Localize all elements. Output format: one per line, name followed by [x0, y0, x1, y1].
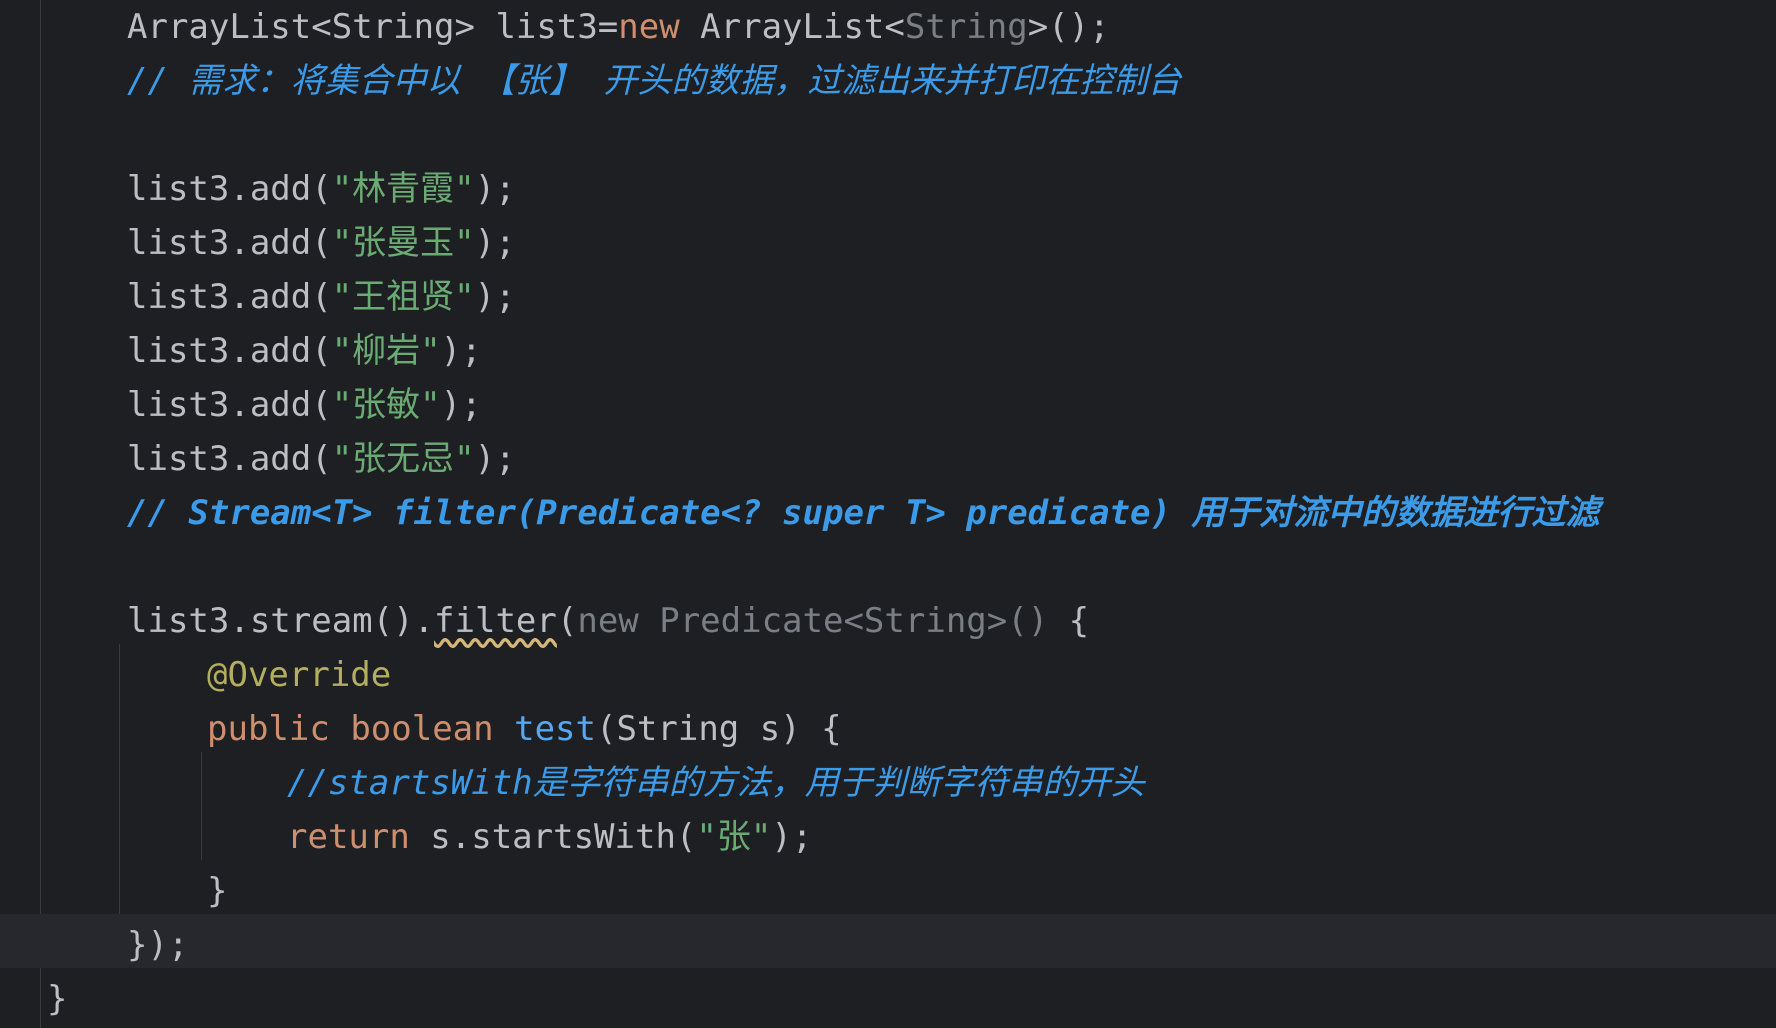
code-line-add: list3.add("柳岩"); [127, 331, 482, 371]
code-editor[interactable]: ArrayList<String> list3=new ArrayList<St… [0, 0, 1776, 1028]
override-annotation: @Override [207, 655, 392, 695]
code-line-add: list3.add("张曼玉"); [127, 223, 516, 263]
code-line-add: list3.add("张无忌"); [127, 439, 516, 479]
code-line-add: list3.add("张敏"); [127, 385, 482, 425]
current-line-highlight [0, 914, 1776, 968]
filter-method-warning[interactable]: filter [434, 601, 557, 641]
code-line-test-method: public boolean test(String s) { [207, 709, 842, 749]
indent-guide [119, 644, 120, 914]
indent-guide [201, 752, 202, 860]
code-line-add: list3.add("王祖贤"); [127, 277, 516, 317]
code-line-stream-filter: list3.stream().filter(new Predicate<Stri… [127, 601, 1090, 641]
comment-filter-signature: // Stream<T> filter(Predicate<? super T>… [127, 493, 1600, 533]
code-line-add: list3.add("林青霞"); [127, 169, 516, 209]
code-line-1: ArrayList<String> list3=new ArrayList<St… [127, 7, 1110, 47]
close-brace-method: } [207, 871, 228, 911]
comment-requirement: // 需求：将集合中以 【张】 开头的数据，过滤出来并打印在控制台 [127, 61, 1182, 101]
code-line-return: return s.startsWith("张"); [287, 817, 813, 857]
close-filter-call: }); [127, 925, 189, 965]
comment-startswith: //startsWith是字符串的方法，用于判断字符串的开头 [287, 763, 1145, 803]
fold-gutter-line [40, 0, 41, 1028]
close-brace-outer: } [47, 979, 68, 1019]
